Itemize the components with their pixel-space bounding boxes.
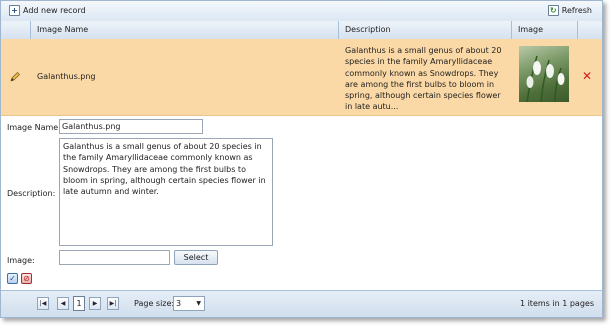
page-size-select[interactable]: 3 ▼ — [173, 296, 205, 311]
command-bar: + Add new record ↻ Refresh — [1, 1, 602, 22]
edit-form: Image Name: Galanthus.png Description: G… — [1, 115, 602, 291]
description-textarea[interactable]: Galanthus is a small genus of about 20 s… — [59, 138, 273, 246]
row-description: Galanthus is a small genus of about 20 s… — [345, 46, 502, 112]
page-size-value: 3 — [176, 299, 182, 308]
image-grid: + Add new record ↻ Refresh Image Name De… — [0, 0, 603, 318]
refresh-label: Refresh — [561, 6, 592, 15]
header-description[interactable]: Description — [339, 21, 512, 39]
snowdrop-thumbnail — [519, 46, 569, 102]
header-delete-column — [578, 21, 602, 39]
first-page-icon[interactable]: |◀ — [37, 297, 49, 310]
image-file-input[interactable] — [59, 250, 170, 265]
chevron-down-icon: ▼ — [196, 300, 201, 307]
current-page-number[interactable]: 1 — [73, 296, 85, 311]
pencil-icon[interactable] — [9, 71, 21, 83]
select-button[interactable]: Select — [174, 250, 218, 265]
plus-icon: + — [9, 5, 20, 16]
pager-info: 1 items in 1 pages — [519, 299, 594, 308]
checkmark-icon[interactable]: ✓ — [7, 273, 18, 284]
pager: |◀ ◀ 1 ▶ ▶| Page size: 3 ▼ 1 items in 1 … — [1, 290, 602, 317]
grid-header: Image Name Description Image — [1, 21, 602, 40]
header-edit-column — [1, 21, 31, 39]
next-page-icon[interactable]: ▶ — [89, 297, 101, 310]
cancel-icon[interactable]: ⊘ — [21, 273, 32, 284]
header-image[interactable]: Image — [512, 21, 578, 39]
header-image-name[interactable]: Image Name — [31, 21, 339, 39]
add-new-record-button[interactable]: + Add new record — [9, 5, 86, 16]
image-name-input[interactable]: Galanthus.png — [59, 119, 203, 134]
row-image-name: Galanthus.png — [37, 72, 96, 81]
image-name-label: Image Name: — [7, 123, 61, 132]
delete-x-icon[interactable]: ✕ — [582, 69, 592, 83]
refresh-icon: ↻ — [547, 5, 559, 16]
description-label: Description: — [7, 189, 56, 198]
page-size-label: Page size: — [134, 299, 175, 308]
image-label: Image: — [7, 256, 35, 265]
last-page-icon[interactable]: ▶| — [107, 297, 119, 310]
prev-page-icon[interactable]: ◀ — [57, 297, 69, 310]
refresh-button[interactable]: ↻ Refresh — [547, 5, 592, 16]
table-row[interactable]: Galanthus.png Galanthus is a small genus… — [1, 39, 602, 116]
add-new-record-label: Add new record — [23, 6, 86, 15]
